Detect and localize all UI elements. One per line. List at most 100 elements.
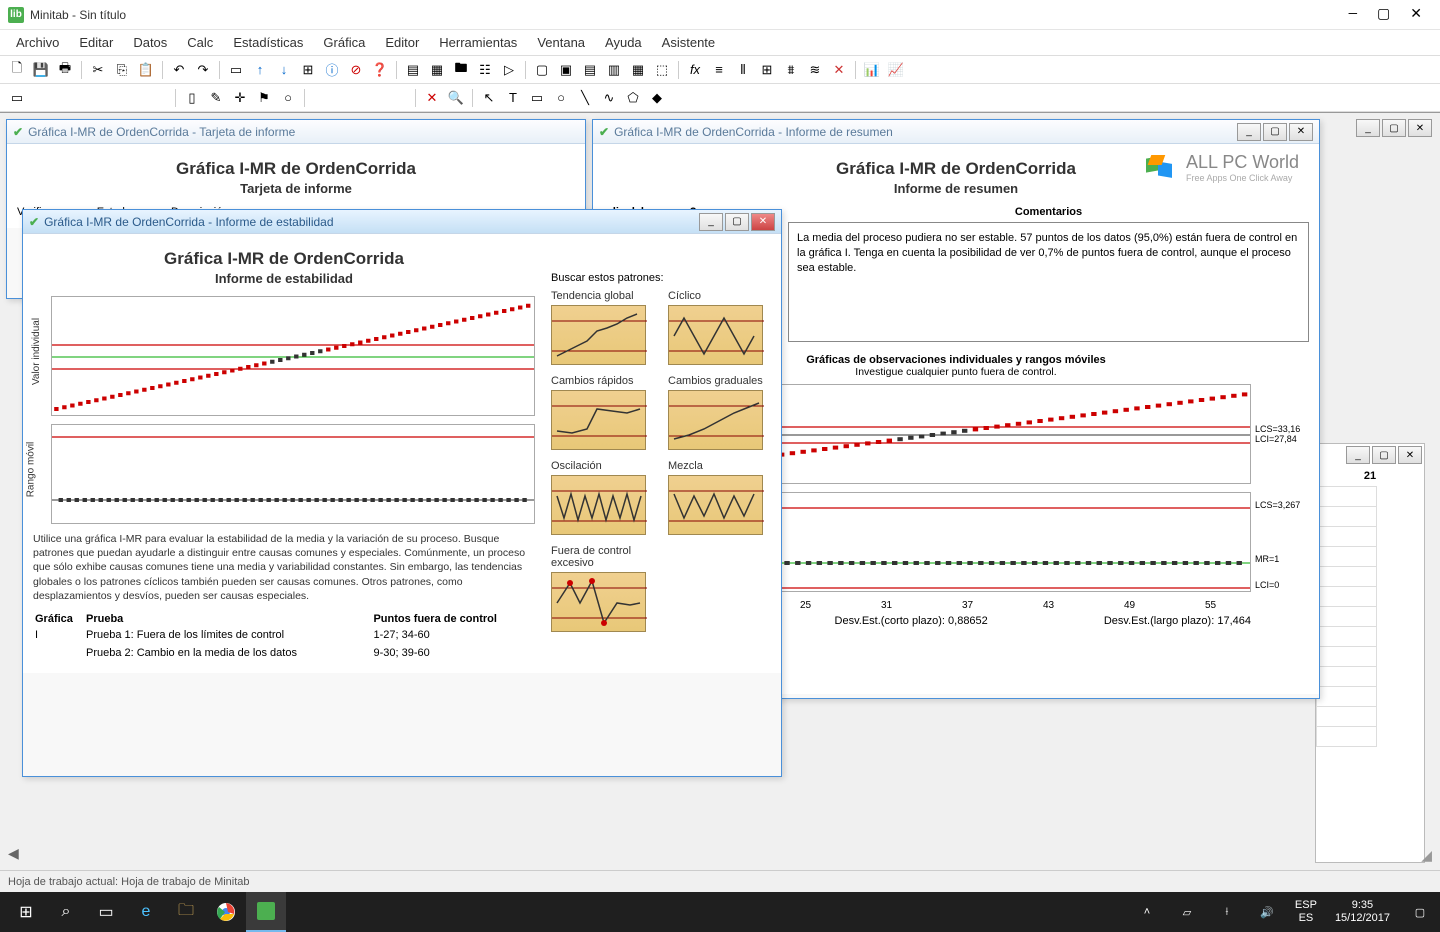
minimize-button[interactable]: —	[1349, 6, 1357, 23]
paste-icon[interactable]: 📋	[135, 59, 157, 81]
ws-close[interactable]: ✕	[1398, 446, 1422, 464]
menu-calc[interactable]: Calc	[177, 32, 223, 53]
taskview-icon[interactable]: ▭	[86, 892, 126, 932]
menu-editor[interactable]: Editor	[375, 32, 429, 53]
select-icon[interactable]: ▭	[6, 87, 28, 109]
help-text: Utilice una gráfica I-MR para evaluar la…	[33, 532, 535, 603]
play-icon[interactable]: ▷	[498, 59, 520, 81]
patterns-header: Buscar estos patrones:	[551, 272, 771, 284]
tool-f-icon[interactable]: ⬚	[651, 59, 673, 81]
crosshair-icon[interactable]: ✛	[229, 87, 251, 109]
tool-d-icon[interactable]: ▥	[603, 59, 625, 81]
window-stability[interactable]: ✔ Gráfica I-MR de OrdenCorrida - Informe…	[22, 209, 782, 777]
flag-icon[interactable]: ⚑	[253, 87, 275, 109]
save-icon[interactable]: 💾	[30, 59, 52, 81]
win3-close[interactable]: ✕	[1289, 123, 1313, 141]
nav-icon[interactable]: ▭	[225, 59, 247, 81]
menu-archivo[interactable]: Archivo	[6, 32, 69, 53]
ws-min[interactable]: _	[1346, 446, 1370, 464]
menu-asistente[interactable]: Asistente	[652, 32, 725, 53]
marker-icon[interactable]: ◆	[646, 87, 668, 109]
last-dialog-icon[interactable]: ⊞	[297, 59, 319, 81]
session-icon[interactable]: ▤	[402, 59, 424, 81]
win2-title: Gráfica I-MR de OrdenCorrida - Informe d…	[44, 215, 699, 229]
project-icon[interactable]: 🖿	[450, 59, 472, 81]
zoom-icon[interactable]: 🔍	[445, 87, 467, 109]
chart-b-icon[interactable]: 📈	[885, 59, 907, 81]
fx-icon[interactable]: fx	[684, 59, 706, 81]
pointer-icon[interactable]: ▯	[181, 87, 203, 109]
win3-title: Gráfica I-MR de OrdenCorrida - Informe d…	[614, 125, 1237, 139]
menu-datos[interactable]: Datos	[123, 32, 177, 53]
arrow-down-icon[interactable]: ↓	[273, 59, 295, 81]
app-icon: lib	[8, 7, 24, 23]
polygon-icon[interactable]: ⬠	[622, 87, 644, 109]
stat-f-icon[interactable]: ✕	[828, 59, 850, 81]
ws-max[interactable]: ▢	[1372, 446, 1396, 464]
cursor-icon[interactable]: ↖	[478, 87, 500, 109]
stat-b-icon[interactable]: ⫴	[732, 59, 754, 81]
menu-estadisticas[interactable]: Estadísticas	[223, 32, 313, 53]
menu-editar[interactable]: Editar	[69, 32, 123, 53]
close-button[interactable]: ✕	[1410, 6, 1422, 23]
search-icon[interactable]: ⌕	[46, 892, 86, 932]
menu-grafica[interactable]: Gráfica	[313, 32, 375, 53]
mdi-bg-max[interactable]: ▢	[1382, 119, 1406, 137]
worksheet-icon[interactable]: ▦	[426, 59, 448, 81]
new-icon[interactable]: 🗋	[6, 59, 28, 81]
delete-icon[interactable]: ✕	[421, 87, 443, 109]
text-icon[interactable]: T	[502, 87, 524, 109]
mdi-bg-min[interactable]: _	[1356, 119, 1380, 137]
tool-c-icon[interactable]: ▤	[579, 59, 601, 81]
start-button[interactable]: ⊞	[6, 892, 46, 932]
stat-d-icon[interactable]: ⩩	[780, 59, 802, 81]
print-icon[interactable]: 🖶	[54, 59, 76, 81]
brush-icon[interactable]: ✎	[205, 87, 227, 109]
mdi-bg-close[interactable]: ✕	[1408, 119, 1432, 137]
win2-close[interactable]: ✕	[751, 213, 775, 231]
redo-icon[interactable]: ↷	[192, 59, 214, 81]
line-icon[interactable]: ╲	[574, 87, 596, 109]
menu-ayuda[interactable]: Ayuda	[595, 32, 652, 53]
cut-icon[interactable]: ✂	[87, 59, 109, 81]
chart-a-icon[interactable]: 📊	[861, 59, 883, 81]
win2-min[interactable]: _	[699, 213, 723, 231]
copy-icon[interactable]: ⎘	[111, 59, 133, 81]
oval-icon[interactable]: ○	[550, 87, 572, 109]
minitab-task-icon[interactable]	[246, 892, 286, 932]
menu-herramientas[interactable]: Herramientas	[429, 32, 527, 53]
circle-tool-icon[interactable]: ○	[277, 87, 299, 109]
win2-max[interactable]: ▢	[725, 213, 749, 231]
arrow-up-icon[interactable]: ↑	[249, 59, 271, 81]
tool-b-icon[interactable]: ▣	[555, 59, 577, 81]
tray-wifi-icon[interactable]: ⟊	[1207, 892, 1247, 932]
chrome-icon[interactable]	[206, 892, 246, 932]
notifications-icon[interactable]: ▢	[1400, 892, 1440, 932]
tool-a-icon[interactable]: ▢	[531, 59, 553, 81]
help-icon[interactable]: ❓	[369, 59, 391, 81]
win3-min[interactable]: _	[1237, 123, 1261, 141]
tool-e-icon[interactable]: ▦	[627, 59, 649, 81]
stat-a-icon[interactable]: ≡	[708, 59, 730, 81]
ws-col-header: 21	[1316, 466, 1424, 486]
maximize-button[interactable]: ▢	[1377, 6, 1390, 23]
info-icon[interactable]: ⓘ	[321, 59, 343, 81]
stat-c-icon[interactable]: ⊞	[756, 59, 778, 81]
tray-battery-icon[interactable]: ▱	[1167, 892, 1207, 932]
tray-volume-icon[interactable]: 🔊	[1247, 892, 1287, 932]
tray-up-icon[interactable]: ˄	[1127, 892, 1167, 932]
graph-icon[interactable]: ☷	[474, 59, 496, 81]
edge-icon[interactable]: e	[126, 892, 166, 932]
win2-sub: Informe de estabilidad	[33, 271, 535, 286]
stat-e-icon[interactable]: ≋	[804, 59, 826, 81]
worksheet-window[interactable]: _ ▢ ✕ 21	[1315, 443, 1425, 863]
win3-max[interactable]: ▢	[1263, 123, 1287, 141]
tray-date[interactable]: 15/12/2017	[1335, 912, 1390, 925]
menu-ventana[interactable]: Ventana	[527, 32, 595, 53]
explorer-icon[interactable]: 🗀	[166, 892, 206, 932]
undo-icon[interactable]: ↶	[168, 59, 190, 81]
polyline-icon[interactable]: ∿	[598, 87, 620, 109]
cancel-icon[interactable]: ⊘	[345, 59, 367, 81]
tray-time[interactable]: 9:35	[1335, 899, 1390, 912]
rect-icon[interactable]: ▭	[526, 87, 548, 109]
